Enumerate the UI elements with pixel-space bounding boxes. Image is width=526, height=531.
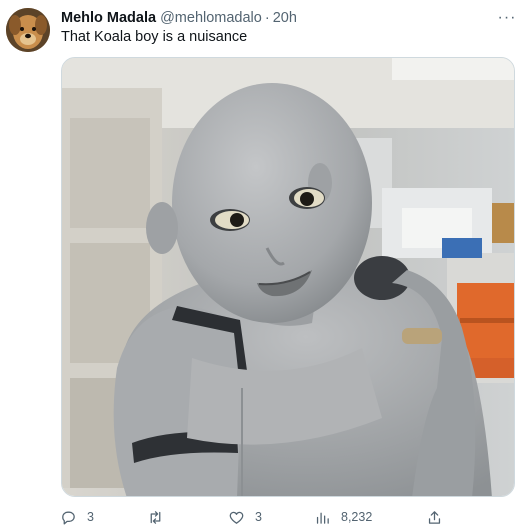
share-button[interactable] [426, 505, 443, 529]
reply-icon [62, 511, 75, 525]
tweet-header: Mehlo Madala @mehlomadalo · 20h [61, 9, 297, 27]
display-name[interactable]: Mehlo Madala [61, 10, 156, 26]
more-options-button[interactable]: ··· [496, 8, 518, 28]
more-icon: ··· [497, 9, 517, 26]
views-icon [316, 512, 329, 524]
avatar[interactable] [6, 8, 50, 52]
tweet-media[interactable] [61, 57, 515, 497]
retweet-button[interactable] [147, 505, 174, 529]
tweet-actions-bar: 3 3 8,232 [56, 505, 456, 529]
retweet-icon [150, 510, 161, 524]
robot-photo [62, 58, 514, 496]
separator-dot: · [264, 10, 270, 26]
user-handle[interactable]: @mehlomadalo [160, 10, 262, 26]
reply-button[interactable]: 3 [60, 505, 94, 529]
tweet-text: That Koala boy is a nuisance [61, 29, 248, 45]
heart-icon [229, 511, 244, 524]
dog-avatar-image [6, 8, 50, 52]
views-button[interactable]: 8,232 [314, 505, 372, 529]
reply-count: 3 [87, 510, 94, 524]
like-button[interactable]: 3 [228, 505, 262, 529]
tweet-card[interactable]: Mehlo Madala @mehlomadalo · 20h ··· That… [0, 0, 526, 531]
share-icon [428, 510, 441, 524]
views-count: 8,232 [341, 510, 373, 524]
timestamp[interactable]: 20h [273, 10, 297, 26]
like-count: 3 [255, 510, 262, 524]
